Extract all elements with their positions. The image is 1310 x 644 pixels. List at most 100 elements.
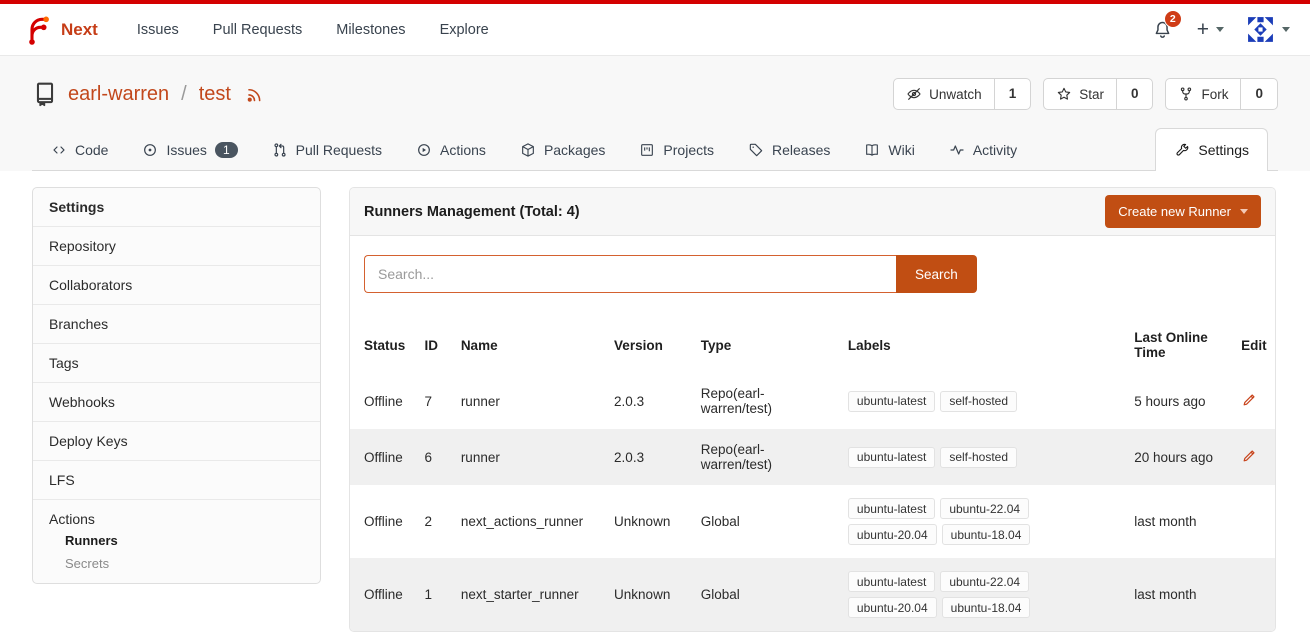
tab-settings[interactable]: Settings	[1155, 128, 1268, 171]
play-circle-icon	[416, 142, 432, 158]
tab-activity[interactable]: Activity	[939, 130, 1027, 170]
sidebar-item-webhooks[interactable]: Webhooks	[33, 383, 320, 422]
table-row: Offline 7 runner 2.0.3 Repo(earl-warren/…	[350, 373, 1275, 429]
notification-count-badge: 2	[1164, 10, 1182, 28]
repo-name-link[interactable]: test	[199, 83, 231, 106]
column-id: ID	[417, 317, 453, 373]
wrench-icon	[1174, 142, 1190, 158]
tab-pull-requests[interactable]: Pull Requests	[262, 130, 392, 170]
runner-type: Repo(earl-warren/test)	[693, 429, 840, 485]
runner-name: next_starter_runner	[453, 558, 606, 631]
nav-link-pull-requests[interactable]: Pull Requests	[196, 12, 319, 48]
repo-path-separator: /	[181, 83, 187, 106]
label-chip: ubuntu-latest	[848, 498, 935, 519]
tab-code[interactable]: Code	[41, 130, 118, 170]
brand-name: Next	[61, 20, 98, 40]
issues-count-badge: 1	[215, 142, 238, 158]
star-button[interactable]: Star 0	[1043, 78, 1153, 110]
runner-status: Offline	[350, 485, 417, 558]
column-version: Version	[606, 317, 693, 373]
create-new-dropdown[interactable]: +	[1197, 19, 1224, 40]
label-chip: ubuntu-latest	[848, 391, 935, 412]
column-type: Type	[693, 317, 840, 373]
label-chip: ubuntu-20.04	[848, 524, 937, 545]
fork-count[interactable]: 0	[1240, 79, 1277, 109]
tab-wiki[interactable]: Wiki	[854, 130, 924, 170]
tab-packages[interactable]: Packages	[510, 130, 615, 170]
package-cube-icon	[520, 142, 536, 158]
sidebar-item-deploy-keys[interactable]: Deploy Keys	[33, 422, 320, 461]
user-menu-dropdown[interactable]	[1246, 15, 1290, 44]
edit-runner-button[interactable]	[1241, 391, 1258, 408]
runner-status: Offline	[350, 373, 417, 429]
navbar-right-group: 2 +	[1150, 15, 1290, 44]
tab-projects[interactable]: Projects	[629, 130, 724, 170]
sidebar-item-runners[interactable]: Runners	[49, 527, 304, 550]
issue-circle-icon	[142, 142, 158, 158]
tab-actions[interactable]: Actions	[406, 130, 496, 170]
sidebar-item-actions[interactable]: Actions	[49, 511, 304, 527]
runner-last-online: last month	[1126, 485, 1233, 558]
sidebar-item-lfs[interactable]: LFS	[33, 461, 320, 500]
create-new-runner-button[interactable]: Create new Runner	[1105, 195, 1261, 228]
fork-icon	[1178, 86, 1194, 102]
repo-action-buttons: Unwatch 1 Star 0	[893, 78, 1278, 110]
chevron-down-icon	[1240, 209, 1248, 214]
search-input[interactable]	[364, 255, 896, 293]
runner-labels: ubuntu-latest ubuntu-22.04 ubuntu-20.04 …	[848, 498, 1118, 545]
runner-search-bar: Search	[350, 236, 1275, 317]
tab-packages-label: Packages	[544, 142, 605, 158]
sidebar-item-secrets[interactable]: Secrets	[49, 550, 304, 573]
project-board-icon	[639, 142, 655, 158]
sidebar-item-branches[interactable]: Branches	[33, 305, 320, 344]
star-count[interactable]: 0	[1116, 79, 1153, 109]
rss-feed-icon[interactable]	[245, 85, 264, 104]
runner-type: Global	[693, 485, 840, 558]
sidebar-item-collaborators[interactable]: Collaborators	[33, 266, 320, 305]
tag-icon	[748, 142, 764, 158]
tab-projects-label: Projects	[663, 142, 714, 158]
plus-icon: +	[1197, 19, 1209, 40]
watch-count[interactable]: 1	[994, 79, 1031, 109]
repo-icon	[32, 81, 58, 107]
runner-id: 1	[417, 558, 453, 631]
sidebar-item-tags[interactable]: Tags	[33, 344, 320, 383]
tab-code-label: Code	[75, 142, 108, 158]
runner-id: 2	[417, 485, 453, 558]
label-chip: ubuntu-18.04	[942, 597, 1031, 618]
brand-home-link[interactable]: Next	[20, 14, 98, 46]
tab-releases[interactable]: Releases	[738, 130, 840, 170]
notifications-button[interactable]: 2	[1150, 17, 1175, 42]
runner-id: 6	[417, 429, 453, 485]
fork-button[interactable]: Fork 0	[1165, 78, 1278, 110]
repo-owner-link[interactable]: earl-warren	[68, 83, 169, 106]
nav-link-milestones[interactable]: Milestones	[319, 12, 422, 48]
runners-table: Status ID Name Version Type Labels Last …	[350, 317, 1275, 631]
tab-releases-label: Releases	[772, 142, 830, 158]
unwatch-button[interactable]: Unwatch 1	[893, 78, 1031, 110]
label-chip: self-hosted	[940, 391, 1017, 412]
runners-panel: Runners Management (Total: 4) Create new…	[349, 187, 1276, 632]
edit-runner-button[interactable]	[1241, 447, 1258, 464]
column-status: Status	[350, 317, 417, 373]
column-last-online-time: Last Online Time	[1126, 317, 1233, 373]
tab-issues-label: Issues	[166, 142, 206, 158]
repo-header-section: earl-warren / test	[0, 56, 1310, 171]
repo-title: earl-warren / test	[32, 81, 264, 107]
sidebar-item-repository[interactable]: Repository	[33, 227, 320, 266]
label-chip: ubuntu-22.04	[940, 571, 1029, 592]
tab-issues[interactable]: Issues 1	[132, 130, 247, 170]
runner-last-online: last month	[1126, 558, 1233, 631]
label-chip: ubuntu-20.04	[848, 597, 937, 618]
chevron-down-icon	[1282, 27, 1290, 32]
sidebar-item-settings[interactable]: Settings	[33, 188, 320, 227]
runner-status: Offline	[350, 558, 417, 631]
unwatch-label: Unwatch	[929, 87, 982, 102]
label-chip: self-hosted	[940, 447, 1017, 468]
nav-link-explore[interactable]: Explore	[423, 12, 506, 48]
open-book-icon	[864, 142, 880, 158]
column-labels: Labels	[840, 317, 1126, 373]
tab-wiki-label: Wiki	[888, 142, 914, 158]
search-button[interactable]: Search	[896, 255, 977, 293]
nav-link-issues[interactable]: Issues	[120, 12, 196, 48]
